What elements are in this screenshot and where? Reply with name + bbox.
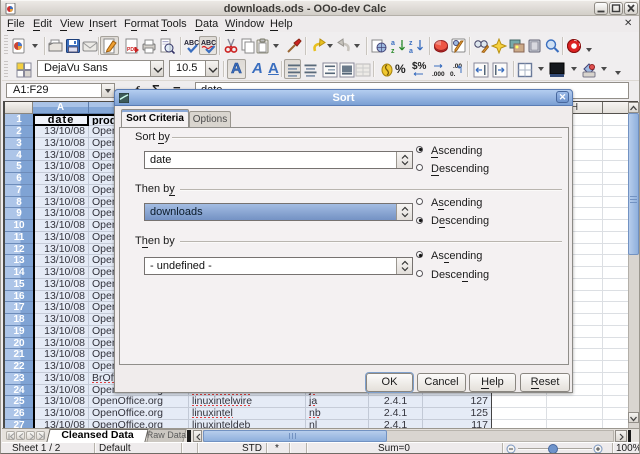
svg-text:z: z [409, 40, 413, 47]
svg-text:a: a [391, 40, 395, 47]
svg-text:a: a [409, 48, 413, 54]
svg-text:.000: .000 [432, 71, 445, 78]
svg-text:z: z [391, 48, 395, 54]
svg-text:PDF: PDF [127, 47, 137, 53]
svg-text:0.: 0. [450, 71, 456, 78]
